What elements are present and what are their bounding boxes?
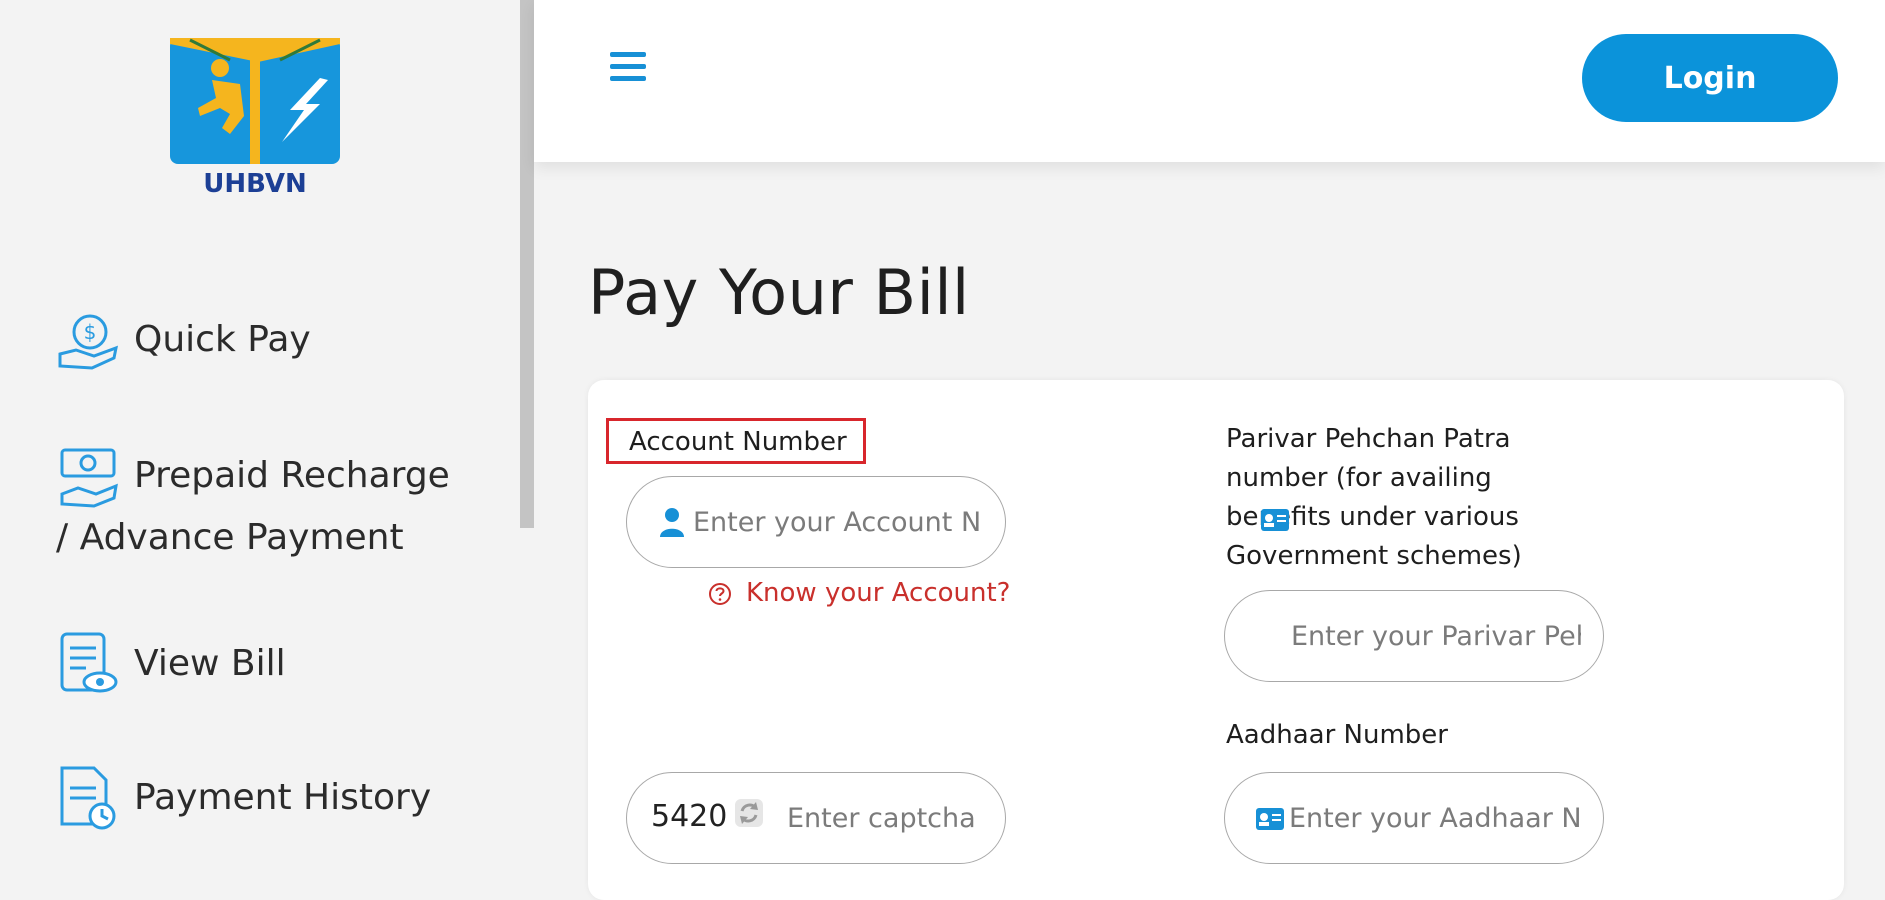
cash-hand-icon — [60, 448, 118, 508]
main-content: Login Pay Your Bill Account Number Know … — [534, 0, 1885, 900]
account-number-label-box: Account Number — [606, 418, 866, 464]
know-your-account-link[interactable]: Know your Account? — [708, 578, 1010, 608]
sidebar-item-label-line2: / Advance Payment — [56, 517, 404, 558]
bill-eye-icon — [60, 632, 118, 693]
ppp-field[interactable] — [1224, 590, 1604, 682]
sidebar-scrollbar[interactable] — [520, 0, 534, 868]
hamburger-icon[interactable] — [610, 52, 646, 88]
captcha-code: 5420 — [651, 799, 728, 834]
login-button[interactable]: Login — [1582, 34, 1838, 122]
document-clock-icon — [60, 766, 116, 830]
hand-dollar-icon: $ — [58, 314, 118, 370]
sidebar-item-prepaid-recharge[interactable]: Prepaid Recharge / Advance Payment — [56, 444, 450, 567]
pay-bill-form: Account Number Know your Account? 5420 — [588, 380, 1844, 900]
id-card-icon — [1256, 808, 1284, 830]
account-number-input[interactable] — [693, 477, 983, 567]
sidebar-item-label: View Bill — [134, 643, 286, 684]
scrollbar-thumb[interactable] — [520, 0, 534, 528]
logo-text: UHBVN — [203, 169, 307, 198]
account-number-field[interactable] — [626, 476, 1006, 568]
uhbvn-logo[interactable]: UHBVN — [170, 38, 340, 198]
ppp-label: Parivar Pehchan Patra number (for availi… — [1226, 424, 1522, 571]
id-card-icon — [1261, 509, 1289, 531]
captcha-field[interactable]: 5420 — [626, 772, 1006, 864]
aadhaar-label: Aadhaar Number — [1226, 720, 1448, 750]
account-number-label: Account Number — [629, 427, 847, 457]
aadhaar-input[interactable] — [1289, 773, 1581, 863]
sidebar-item-label: Quick Pay — [134, 319, 311, 360]
top-bar: Login — [534, 0, 1885, 162]
sidebar-item-view-bill[interactable]: View Bill — [56, 632, 286, 696]
captcha-input[interactable] — [787, 773, 987, 863]
sidebar-item-label: Payment History — [134, 777, 432, 818]
aadhaar-field[interactable] — [1224, 772, 1604, 864]
refresh-icon[interactable] — [733, 797, 765, 829]
know-your-account-label: Know your Account? — [746, 578, 1011, 608]
svg-text:$: $ — [84, 320, 97, 344]
question-circle-icon — [709, 582, 731, 605]
ppp-input[interactable] — [1291, 591, 1581, 681]
sidebar: UHBVN $ Quick Pay Prepaid Recharge / Adv… — [0, 0, 520, 868]
user-icon — [660, 508, 684, 537]
sidebar-item-label: Prepaid Recharge — [134, 455, 450, 496]
page-title: Pay Your Bill — [588, 256, 970, 329]
sidebar-item-quick-pay[interactable]: $ Quick Pay — [56, 308, 311, 372]
sidebar-item-payment-history[interactable]: Payment History — [56, 766, 431, 830]
